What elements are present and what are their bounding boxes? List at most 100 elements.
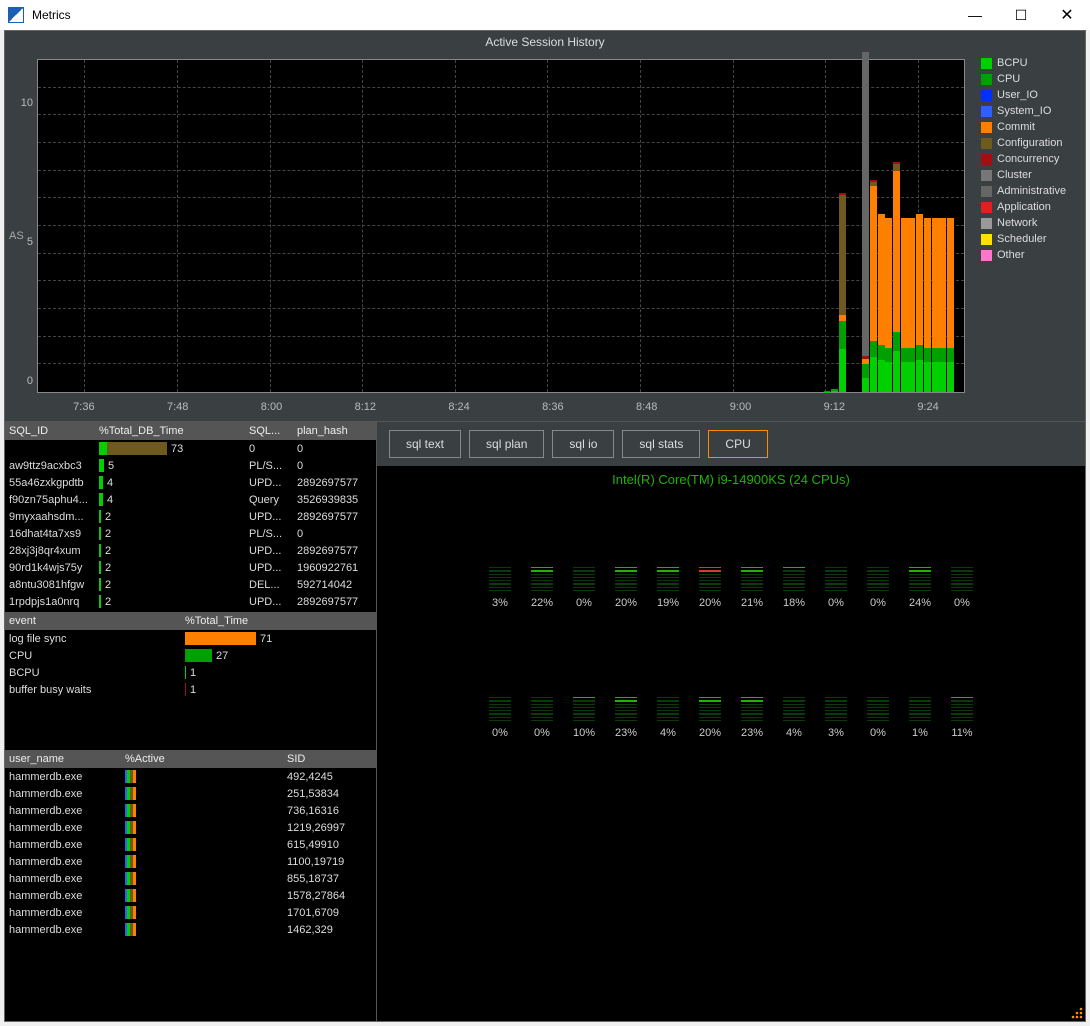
legend-item[interactable]: CPU: [981, 73, 1081, 85]
col-plan[interactable]: plan_hash: [293, 425, 373, 437]
col-pct[interactable]: %Total_DB_Time: [95, 425, 245, 437]
legend-item[interactable]: Concurrency: [981, 153, 1081, 165]
legend-item[interactable]: Other: [981, 249, 1081, 261]
chart-bar[interactable]: [862, 52, 869, 392]
table-row[interactable]: 28xj3j8qr4xum2UPD...2892697577: [5, 542, 376, 559]
table-row[interactable]: hammerdb.exe1462,329: [5, 921, 376, 938]
cpu-core-label: 0%: [870, 727, 886, 739]
table-row[interactable]: hammerdb.exe1701,6709: [5, 904, 376, 921]
col-user[interactable]: user_name: [5, 753, 121, 765]
legend-label: CPU: [997, 73, 1020, 85]
col-sid[interactable]: SID: [283, 753, 373, 765]
legend-label: Application: [997, 201, 1051, 213]
sql-table: SQL_ID %Total_DB_Time SQL... plan_hash 7…: [5, 422, 376, 610]
chart-bar[interactable]: [916, 149, 923, 392]
chart-bar[interactable]: [831, 359, 838, 392]
x-tick: 8:24: [448, 401, 469, 413]
table-row[interactable]: BCPU1: [5, 664, 376, 681]
legend-item[interactable]: Application: [981, 201, 1081, 213]
cpu-core: 0%: [570, 567, 598, 609]
tab-sql-text[interactable]: sql text: [389, 430, 461, 458]
legend-item[interactable]: System_IO: [981, 105, 1081, 117]
table-row[interactable]: hammerdb.exe492,4245: [5, 768, 376, 785]
table-row[interactable]: 16dhat4ta7xs92PL/S...0: [5, 525, 376, 542]
table-row[interactable]: hammerdb.exe1578,27864: [5, 887, 376, 904]
col-active[interactable]: %Active: [121, 753, 283, 765]
maximize-button[interactable]: ☐: [998, 0, 1044, 30]
table-row[interactable]: aw9ttz9acxbc35PL/S...0: [5, 457, 376, 474]
table-row[interactable]: hammerdb.exe1100,19719: [5, 853, 376, 870]
chart-bar[interactable]: [878, 149, 885, 392]
event-table-header: event %Total_Time: [5, 612, 376, 630]
table-row[interactable]: 55a46zxkgpdtb4UPD...2892697577: [5, 474, 376, 491]
x-tick: 7:48: [167, 401, 188, 413]
chart-bar[interactable]: [901, 151, 908, 392]
legend-swatch-icon: [981, 138, 992, 149]
table-row[interactable]: f90zn75aphu4...4Query3526939835: [5, 491, 376, 508]
x-tick: 9:24: [917, 401, 938, 413]
titlebar: Metrics — ☐ ✕: [0, 0, 1090, 30]
y-tick: 0: [27, 375, 33, 387]
tab-sql-io[interactable]: sql io: [552, 430, 614, 458]
table-row[interactable]: 90rd1k4wjs75y2UPD...1960922761: [5, 559, 376, 576]
table-row[interactable]: hammerdb.exe855,18737: [5, 870, 376, 887]
legend-item[interactable]: Cluster: [981, 169, 1081, 181]
legend-label: User_IO: [997, 89, 1038, 101]
resize-grip-icon[interactable]: [1069, 1005, 1083, 1019]
table-row[interactable]: hammerdb.exe1219,26997: [5, 819, 376, 836]
legend-item[interactable]: Network: [981, 217, 1081, 229]
cpu-core: 19%: [654, 567, 682, 609]
chart-bar[interactable]: [870, 126, 877, 392]
table-row[interactable]: a8ntu3081hfgw2DEL...592714042: [5, 576, 376, 593]
table-row[interactable]: 1rpdpjs1a0nrq2UPD...2892697577: [5, 593, 376, 610]
cpu-core-label: 23%: [741, 727, 763, 739]
table-row[interactable]: log file sync71: [5, 630, 376, 647]
legend-item[interactable]: Commit: [981, 121, 1081, 133]
cpu-core-label: 18%: [783, 597, 805, 609]
window-controls: — ☐ ✕: [952, 0, 1090, 30]
chart-bar[interactable]: [947, 151, 954, 392]
close-button[interactable]: ✕: [1044, 0, 1090, 30]
y-tick: 5: [27, 236, 33, 248]
cpu-core: 4%: [654, 697, 682, 739]
minimize-button[interactable]: —: [952, 0, 998, 30]
table-row[interactable]: hammerdb.exe615,49910: [5, 836, 376, 853]
table-row[interactable]: 9myxaahsdm...2UPD...2892697577: [5, 508, 376, 525]
chart-bar[interactable]: [932, 151, 939, 392]
table-row[interactable]: buffer busy waits1: [5, 681, 376, 698]
legend-label: Commit: [997, 121, 1035, 133]
x-tick: 8:12: [355, 401, 376, 413]
legend-item[interactable]: User_IO: [981, 89, 1081, 101]
legend-item[interactable]: Configuration: [981, 137, 1081, 149]
tab-sql-plan[interactable]: sql plan: [469, 430, 544, 458]
chart-bar[interactable]: [924, 151, 931, 392]
y-axis: AS 0510: [5, 51, 37, 421]
chart-bar[interactable]: [885, 151, 892, 392]
x-tick: 8:00: [261, 401, 282, 413]
legend-swatch-icon: [981, 218, 992, 229]
chart-bar[interactable]: [939, 151, 946, 392]
tab-sql-stats[interactable]: sql stats: [622, 430, 700, 458]
table-row[interactable]: CPU27: [5, 647, 376, 664]
chart-bar[interactable]: [839, 135, 846, 392]
col-event[interactable]: event: [5, 615, 181, 627]
legend-item[interactable]: Scheduler: [981, 233, 1081, 245]
legend-item[interactable]: BCPU: [981, 57, 1081, 69]
cpu-core: 0%: [822, 567, 850, 609]
legend-item[interactable]: Administrative: [981, 185, 1081, 197]
col-sqlid[interactable]: SQL_ID: [5, 425, 95, 437]
tab-CPU[interactable]: CPU: [708, 430, 767, 458]
table-row[interactable]: hammerdb.exe251,53834: [5, 785, 376, 802]
col-pct-time[interactable]: %Total_Time: [181, 615, 371, 627]
legend-swatch-icon: [981, 202, 992, 213]
table-row[interactable]: 7300: [5, 440, 376, 457]
chart-bar[interactable]: [908, 151, 915, 392]
legend-swatch-icon: [981, 58, 992, 69]
table-row[interactable]: hammerdb.exe736,16316: [5, 802, 376, 819]
chart-bar[interactable]: [893, 115, 900, 392]
cpu-core-label: 20%: [699, 597, 721, 609]
chart-bar[interactable]: [824, 373, 831, 392]
chart-plot[interactable]: [37, 59, 965, 393]
col-sqlt[interactable]: SQL...: [245, 425, 293, 437]
tabs: sql text sql plan sql io sql stats CPU: [377, 422, 1085, 466]
